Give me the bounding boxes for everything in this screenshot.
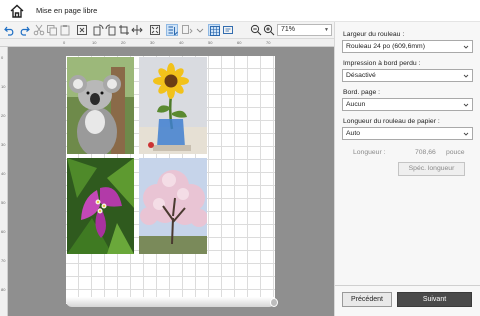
layout-canvas[interactable]: [8, 47, 334, 316]
ruler-label: 10: [1, 84, 6, 89]
rotate-left-icon[interactable]: [105, 24, 117, 36]
page-edge-select[interactable]: Aucun: [342, 98, 473, 111]
panel-divider: [335, 285, 480, 286]
page-edge-label: Bord. page :: [343, 89, 381, 96]
chevron-down-icon: [463, 74, 469, 78]
roll-width-select[interactable]: Rouleau 24 po (609,6mm): [342, 40, 473, 53]
roll-width-value: Rouleau 24 po (609,6mm): [346, 43, 425, 50]
zoom-out-icon[interactable]: [250, 24, 262, 36]
roll-core: [270, 298, 278, 307]
vertical-ruler: 0 10 20 30 40 50 60 70 80: [0, 47, 8, 316]
home-icon[interactable]: [10, 4, 24, 18]
delete-icon[interactable]: [76, 24, 88, 36]
ruler-label: 70: [1, 258, 6, 263]
ruler-label: 10: [92, 40, 97, 45]
photo-bougainvillea[interactable]: [67, 158, 134, 254]
horizontal-ruler: 0 10 20 30 40 50 60 70: [0, 39, 334, 47]
zoom-select[interactable]: 71% ▼: [277, 24, 332, 36]
redo-icon[interactable]: [18, 24, 30, 36]
page-edge-value: Aucun: [346, 101, 366, 108]
roll-width-label: Largeur du rouleau :: [343, 31, 405, 38]
ruler-label: 40: [1, 171, 6, 176]
crop-icon[interactable]: [118, 24, 130, 36]
ruler-label: 20: [121, 40, 126, 45]
chevron-down-icon: ▼: [324, 27, 329, 33]
ruler-label: 60: [1, 229, 6, 234]
rotate-icon[interactable]: [92, 24, 104, 36]
fit-icon[interactable]: [149, 24, 161, 36]
zoom-in-icon[interactable]: [263, 24, 275, 36]
spec-length-button[interactable]: Spéc. longueur: [398, 162, 465, 176]
paper-length-value: Auto: [346, 130, 360, 137]
borderless-select[interactable]: Désactivé: [342, 69, 473, 82]
align-icon[interactable]: [131, 24, 143, 36]
paste-icon[interactable]: [59, 24, 71, 36]
window-title: Mise en page libre: [36, 6, 98, 15]
grid-icon[interactable]: [208, 24, 220, 36]
ruler-label: 80: [1, 287, 6, 292]
chevron-down-icon[interactable]: [194, 24, 206, 36]
previous-button[interactable]: Précédent: [342, 292, 392, 307]
paper-length-label: Longueur du rouleau de papier :: [343, 118, 440, 125]
ruler-label: 60: [237, 40, 242, 45]
borderless-label: Impression à bord perdu :: [343, 60, 421, 67]
ruler-label: 20: [1, 113, 6, 118]
chevron-down-icon: [463, 103, 469, 107]
ruler-label: 30: [150, 40, 155, 45]
auto-layout-icon[interactable]: [181, 24, 193, 36]
chevron-down-icon: [463, 132, 469, 136]
cut-icon[interactable]: [33, 24, 45, 36]
ruler-label: 50: [1, 200, 6, 205]
zoom-value: 71%: [281, 26, 296, 33]
photo-koala[interactable]: [67, 57, 134, 154]
length-value: 708,66: [415, 149, 436, 156]
ruler-label: 0: [63, 40, 66, 45]
ruler-label: 50: [208, 40, 213, 45]
chevron-down-icon: [463, 45, 469, 49]
layout-icon[interactable]: [166, 24, 178, 36]
undo-icon[interactable]: [4, 24, 16, 36]
ruler-label: 70: [266, 40, 271, 45]
photo-sunflower[interactable]: [139, 57, 207, 154]
toolbar: 71% ▼: [0, 22, 334, 39]
paper-roll-end: [66, 297, 275, 307]
caption-icon[interactable]: [222, 24, 234, 36]
length-unit: pouce: [446, 149, 465, 156]
length-label: Longueur :: [353, 149, 386, 156]
ruler-label: 0: [1, 55, 4, 60]
settings-panel: Largeur du rouleau : Rouleau 24 po (609,…: [334, 22, 480, 316]
title-bar: Mise en page libre: [0, 0, 480, 22]
paper-length-select[interactable]: Auto: [342, 127, 473, 140]
photo-cherry-blossom-tree[interactable]: [139, 158, 207, 254]
ruler-label: 40: [179, 40, 184, 45]
copy-icon[interactable]: [46, 24, 58, 36]
ruler-label: 30: [1, 142, 6, 147]
borderless-value: Désactivé: [346, 72, 376, 79]
next-button[interactable]: Suivant: [397, 292, 472, 307]
